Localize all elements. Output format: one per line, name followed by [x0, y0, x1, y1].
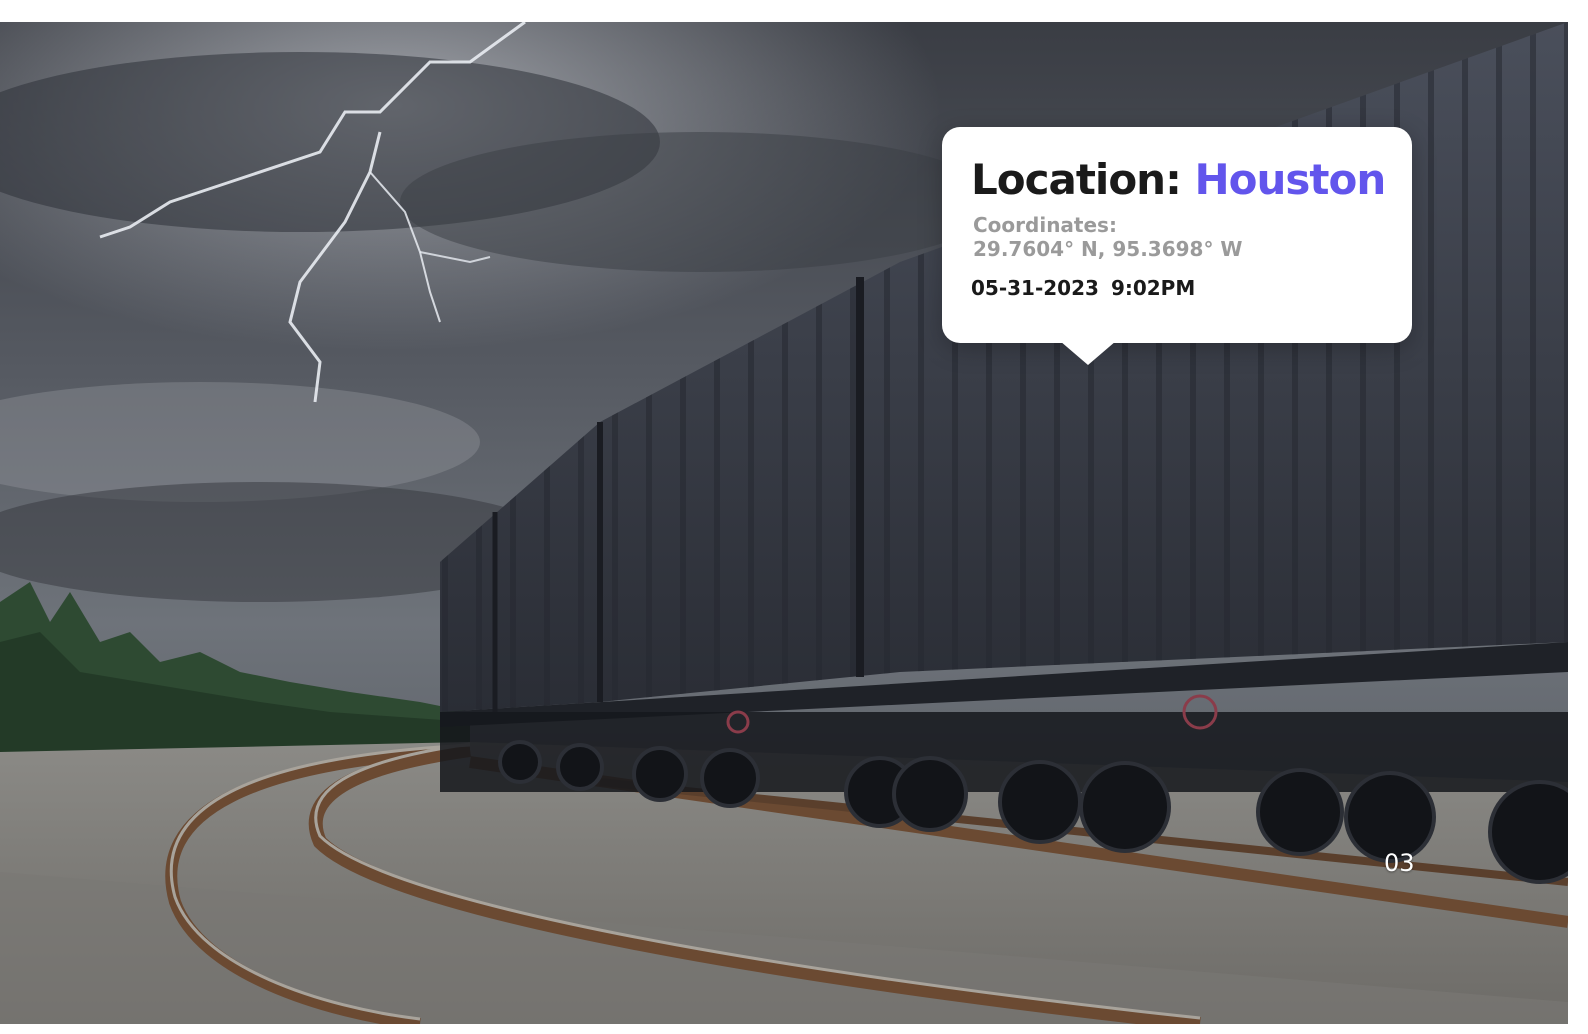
time-text: 9:02PM: [1110, 276, 1196, 300]
coordinates-value: 29.7604° N, 95.3698° W: [973, 237, 1243, 261]
date-text: 05-31-2023: [971, 276, 1099, 300]
location-city: Houston: [1194, 155, 1387, 204]
location-title: Location: Houston: [971, 155, 1387, 205]
coordinates-label: Coordinates:: [973, 213, 1117, 237]
location-prefix: Location:: [971, 155, 1182, 204]
timestamp: 05-31-2023 9:02PM: [971, 276, 1195, 300]
page-number: 03: [1384, 849, 1415, 877]
location-popup: Location: Houston Coordinates: 29.7604° …: [942, 127, 1412, 365]
